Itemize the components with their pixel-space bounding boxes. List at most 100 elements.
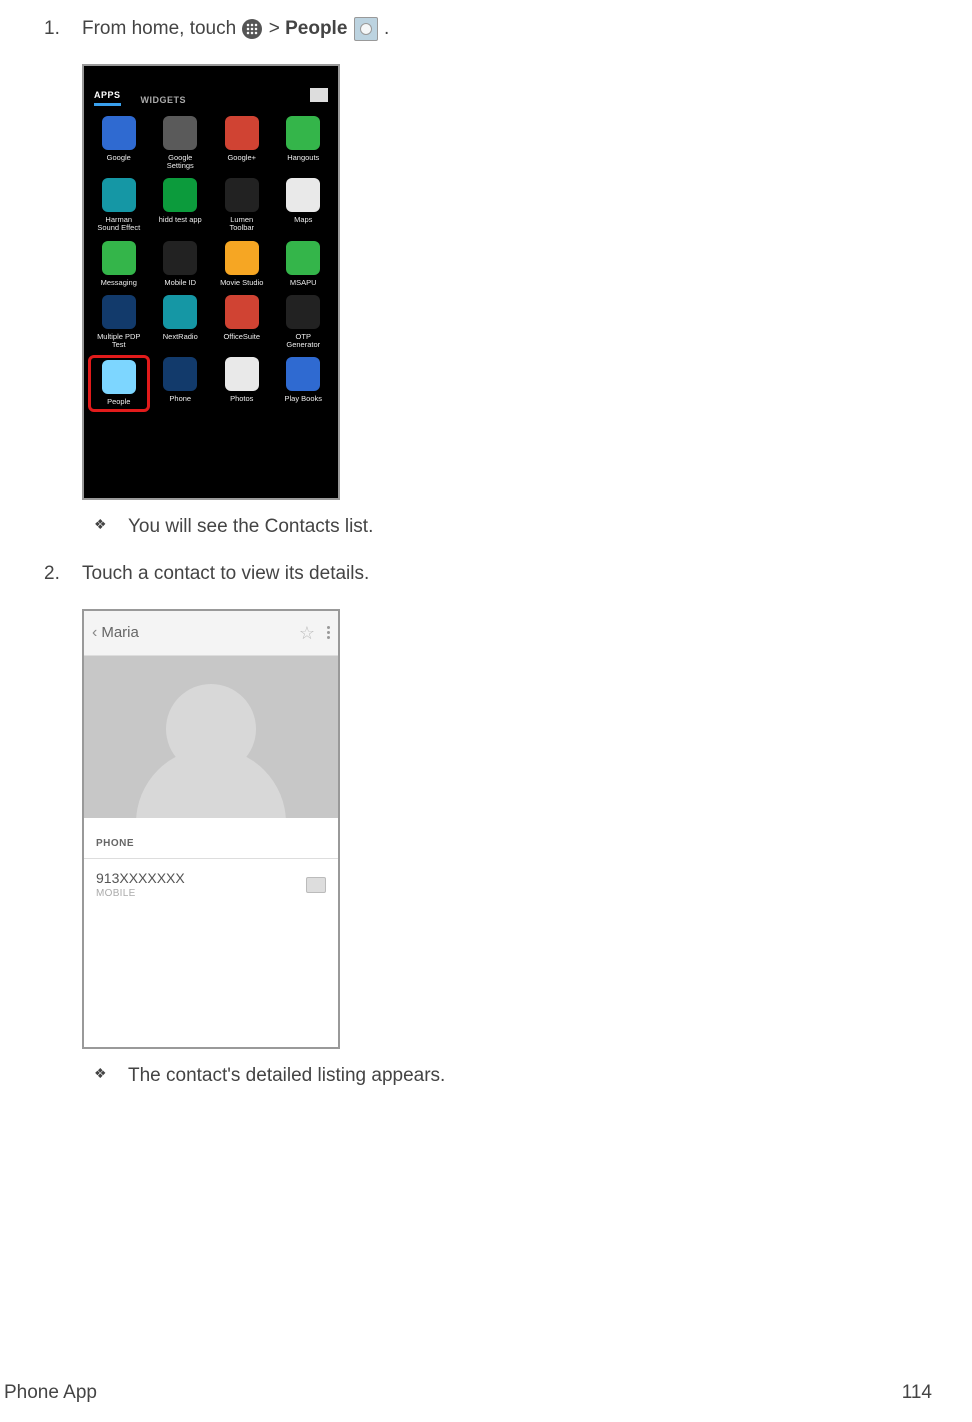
app-hangouts[interactable]: Hangouts	[275, 116, 333, 171]
step1-mid: >	[269, 18, 285, 39]
app-icon	[286, 178, 320, 212]
app-mobile-id[interactable]: Mobile ID	[152, 241, 210, 287]
steps-list: 1. From home, touch > People . APPS WIDG…	[40, 16, 932, 1089]
step1-text-before: From home, touch	[82, 18, 241, 39]
app-label: Harman Sound Effect	[97, 216, 140, 233]
app-lumen-toolbar[interactable]: Lumen Toolbar	[213, 178, 271, 233]
app-label: hidd test app	[159, 216, 202, 224]
app-photos[interactable]: Photos	[213, 357, 271, 409]
app-play-books[interactable]: Play Books	[275, 357, 333, 409]
phone-type: MOBILE	[96, 887, 306, 901]
app-label: Photos	[230, 395, 253, 403]
apps-drawer-icon	[242, 19, 262, 39]
step2-sub-text: The contact's detailed listing appears.	[128, 1065, 445, 1086]
app-icon	[163, 295, 197, 329]
step2-sub-list: ❖ The contact's detailed listing appears…	[94, 1063, 932, 1089]
app-messaging[interactable]: Messaging	[90, 241, 148, 287]
app-icon	[225, 295, 259, 329]
app-icon	[163, 178, 197, 212]
phone-number: 913XXXXXXX	[96, 869, 306, 888]
play-store-icon[interactable]	[310, 88, 328, 102]
app-label: Mobile ID	[164, 279, 196, 287]
app-google-settings[interactable]: Google Settings	[152, 116, 210, 171]
back-icon[interactable]: ‹	[92, 622, 97, 644]
screenshot-app-drawer: APPS WIDGETS Google Google Settings Google…	[82, 64, 340, 500]
step-1: 1. From home, touch > People . APPS WIDG…	[40, 16, 932, 539]
app-google-[interactable]: Google+	[213, 116, 271, 171]
contact-header: ‹ Maria ☆	[84, 611, 338, 656]
app-multiple-pdp-test[interactable]: Multiple PDP Test	[90, 295, 148, 350]
app-label: Google Settings	[167, 154, 194, 171]
page-footer: Phone App 114	[4, 1380, 932, 1406]
document-page: 1. From home, touch > People . APPS WIDG…	[0, 0, 972, 1422]
app-icon	[163, 241, 197, 275]
app-harman-sound-effect[interactable]: Harman Sound Effect	[90, 178, 148, 233]
app-icon	[286, 357, 320, 391]
app-label: Hangouts	[287, 154, 319, 162]
app-label: Movie Studio	[220, 279, 263, 287]
app-icon	[163, 116, 197, 150]
app-people[interactable]: People	[88, 355, 150, 411]
step-number: 1.	[44, 16, 60, 42]
app-label: Multiple PDP Test	[97, 333, 140, 350]
app-label: Maps	[294, 216, 312, 224]
step1-sub-list: ❖ You will see the Contacts list.	[94, 514, 932, 540]
step2-sub-item: ❖ The contact's detailed listing appears…	[94, 1063, 932, 1089]
phone-row[interactable]: 913XXXXXXX MOBILE	[84, 859, 338, 911]
app-msapu[interactable]: MSAPU	[275, 241, 333, 287]
app-phone[interactable]: Phone	[152, 357, 210, 409]
app-icon	[286, 295, 320, 329]
people-app-icon	[354, 17, 378, 41]
footer-title: Phone App	[4, 1380, 97, 1406]
overflow-menu-icon[interactable]	[327, 626, 330, 639]
step1-sub-item: ❖ You will see the Contacts list.	[94, 514, 932, 540]
app-google[interactable]: Google	[90, 116, 148, 171]
app-otp-generator[interactable]: OTP Generator	[275, 295, 333, 350]
app-label: Messaging	[101, 279, 137, 287]
app-label: OTP Generator	[286, 333, 320, 350]
step-2: 2. Touch a contact to view its details. …	[40, 561, 932, 1088]
tab-apps[interactable]: APPS	[94, 89, 121, 106]
app-icon	[102, 178, 136, 212]
app-icon	[286, 241, 320, 275]
contact-name: Maria	[101, 623, 299, 643]
app-icon	[225, 241, 259, 275]
app-icon	[163, 357, 197, 391]
app-hidd-test-app[interactable]: hidd test app	[152, 178, 210, 233]
diamond-bullet-icon: ❖	[94, 1064, 107, 1083]
tab-widgets[interactable]: WIDGETS	[141, 94, 187, 106]
people-word: People	[285, 18, 347, 39]
app-officesuite[interactable]: OfficeSuite	[213, 295, 271, 350]
app-label: Phone	[169, 395, 191, 403]
app-icon	[225, 116, 259, 150]
screenshot-contact-detail: ‹ Maria ☆ PHONE 913XXXXXXX MOBILE	[82, 609, 340, 1049]
app-label: OfficeSuite	[223, 333, 260, 341]
favorite-star-icon[interactable]: ☆	[299, 621, 315, 645]
app-label: MSAPU	[290, 279, 317, 287]
message-icon[interactable]	[306, 877, 326, 893]
app-icon	[286, 116, 320, 150]
step1-sub-text: You will see the Contacts list.	[128, 516, 373, 537]
app-label: Play Books	[284, 395, 322, 403]
footer-page-number: 114	[902, 1380, 932, 1406]
step1-after: .	[384, 18, 389, 39]
app-movie-studio[interactable]: Movie Studio	[213, 241, 271, 287]
app-label: Google+	[227, 154, 256, 162]
contact-photo-placeholder	[84, 656, 338, 818]
app-icon	[225, 178, 259, 212]
app-icon	[102, 295, 136, 329]
app-icon	[102, 360, 136, 394]
diamond-bullet-icon: ❖	[94, 515, 107, 534]
app-icon	[102, 116, 136, 150]
drawer-tabs: APPS WIDGETS	[84, 84, 338, 106]
step-number: 2.	[44, 561, 60, 587]
app-nextradio[interactable]: NextRadio	[152, 295, 210, 350]
phone-section-label: PHONE	[84, 818, 338, 858]
app-icon	[225, 357, 259, 391]
app-icon	[102, 241, 136, 275]
app-label: People	[107, 398, 130, 406]
app-label: Google	[107, 154, 131, 162]
app-label: Lumen Toolbar	[229, 216, 254, 233]
app-maps[interactable]: Maps	[275, 178, 333, 233]
app-label: NextRadio	[163, 333, 198, 341]
